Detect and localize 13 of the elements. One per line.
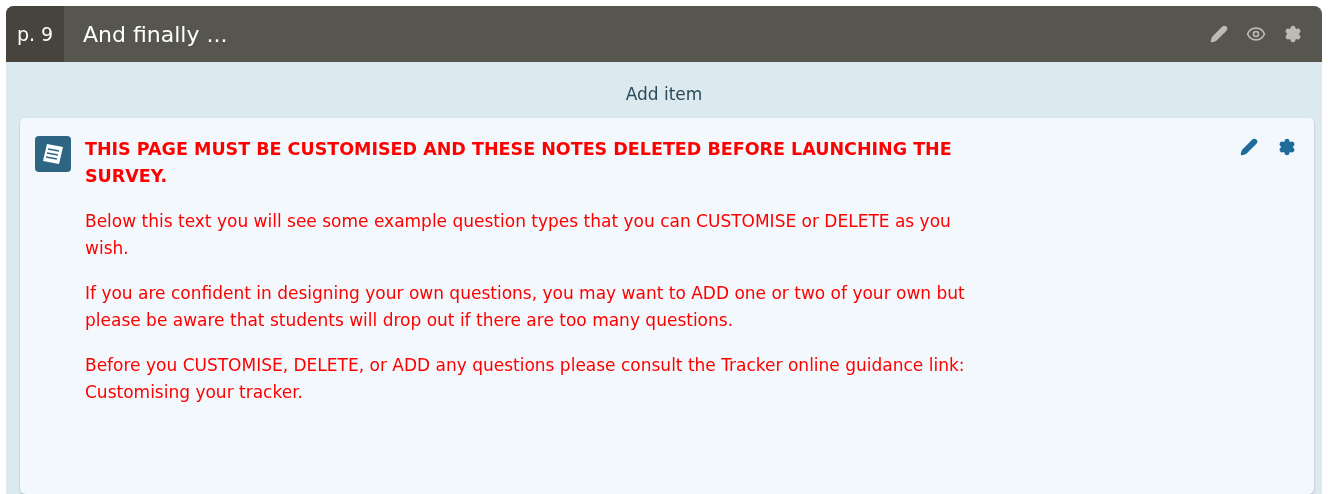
note-heading: THIS PAGE MUST BE CUSTOMISED AND THESE NOTES DELETED BEFORE LAUNCHING THE SURVEY. [85,138,953,188]
edit-icon[interactable] [1240,138,1258,156]
note-paragraph: Before you CUSTOMISE, DELETE, or ADD any questions please consult the Tracker online guidance link: Customising your tracker. [85,354,966,404]
settings-icon[interactable] [1284,25,1302,43]
note-paragraph: If you are confident in designing your own questions, you may want to ADD one or two of your own but please be aware that students will drop out if there are too many questions. [85,282,966,332]
eye-icon[interactable] [1246,24,1266,44]
edit-icon[interactable] [1210,25,1228,43]
add-item-button[interactable]: Add item [619,82,709,106]
page-number: p. 9 [6,6,64,62]
note-icon [35,136,71,172]
page-title: And finally ... [83,21,229,47]
note-paragraph: Below this text you will see some example question types that you can CUSTOMISE or DELETE as you wish. [85,210,952,260]
settings-icon[interactable] [1278,138,1296,156]
